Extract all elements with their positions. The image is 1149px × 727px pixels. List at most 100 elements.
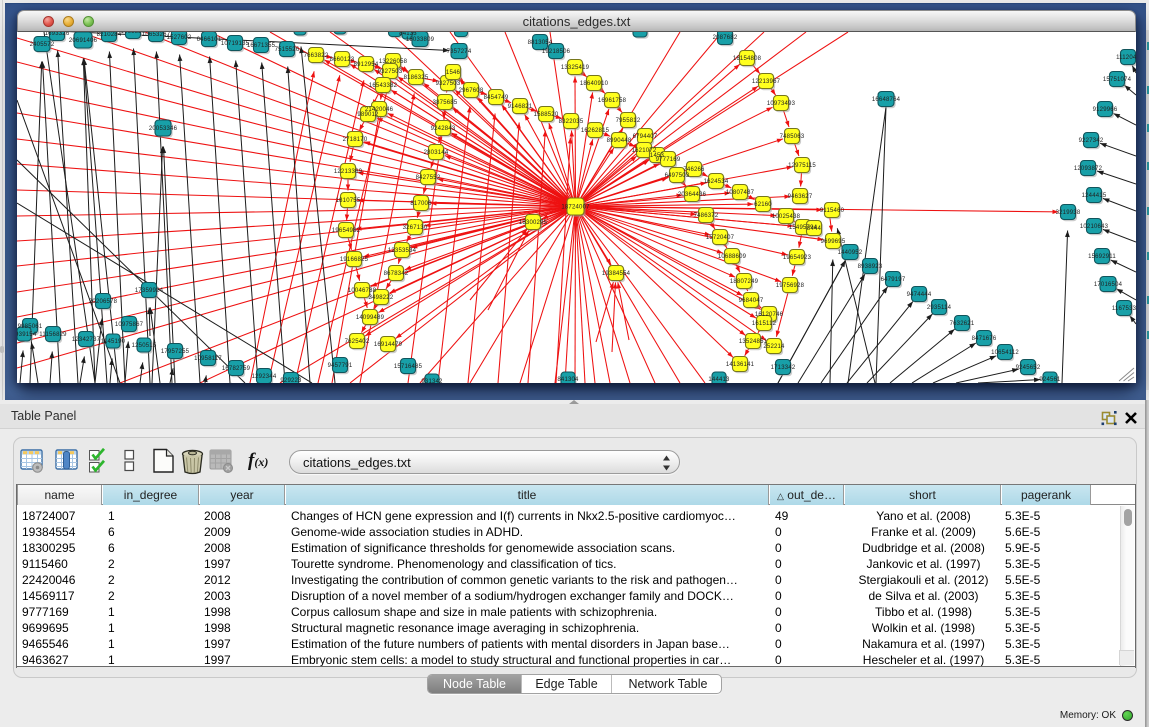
svg-text:7632621: 7632621 [950,321,975,327]
svg-text:18724007: 18724007 [561,205,590,211]
svg-text:9327503: 9327503 [378,69,403,75]
svg-text:6466101: 6466101 [197,37,222,43]
svg-text:1527602: 1527602 [167,35,192,41]
svg-text:12353534: 12353534 [388,248,417,254]
svg-text:10719135: 10719135 [221,41,250,47]
svg-text:10958117: 10958117 [194,356,222,362]
svg-text:9457791: 9457791 [328,363,353,369]
svg-text:15716485: 15716485 [394,364,423,370]
svg-text:1244415: 1244415 [1082,193,1107,199]
svg-text:1713342: 1713342 [771,365,796,371]
svg-text:16154808: 16154808 [733,56,762,62]
svg-text:6479197: 6479197 [881,277,906,283]
svg-text:163327: 163327 [289,32,311,33]
svg-text:7486372: 7486372 [694,213,719,219]
svg-text:8660123: 8660123 [330,57,355,63]
svg-text:16262815: 16262815 [581,128,610,134]
svg-text:16782759: 16782759 [222,366,251,372]
svg-text:3267130: 3267130 [403,225,428,231]
svg-text:12975115: 12975115 [788,163,816,169]
svg-text:2935114: 2935114 [927,305,952,311]
svg-text:8322035: 8322035 [559,119,584,125]
svg-text:62160: 62160 [754,202,772,208]
svg-text:2803144: 2803144 [424,150,449,156]
svg-text:1939154: 1939154 [17,332,37,338]
svg-text:10654112: 10654112 [991,350,1019,356]
svg-text:1546: 1546 [446,70,461,76]
svg-text:10210643: 10210643 [1080,224,1109,230]
svg-text:17359924: 17359924 [135,288,164,294]
svg-text:3875685: 3875685 [433,100,458,106]
svg-text:10025438: 10025438 [772,214,801,220]
svg-text:17957255: 17957255 [161,349,190,355]
svg-text:931342: 931342 [421,379,443,383]
svg-text:929223: 929223 [280,378,302,383]
svg-text:20053346: 20053346 [149,126,178,132]
svg-text:12093872: 12093872 [1074,166,1103,172]
svg-text:1440952: 1440952 [838,250,863,256]
svg-text:1112043: 1112043 [1116,55,1136,61]
svg-text:817006: 817006 [410,201,432,207]
svg-text:9227342: 9227342 [1079,138,1104,144]
svg-text:3219938: 3219938 [1056,210,1081,216]
svg-text:12213369: 12213369 [334,169,363,175]
svg-text:3498222: 3498222 [369,295,394,301]
svg-text:1167533: 1167533 [1112,306,1136,312]
svg-text:16961758: 16961758 [598,98,627,104]
svg-text:1624534: 1624534 [704,179,729,185]
svg-text:9146821: 9146821 [508,104,533,110]
svg-text:10807487: 10807487 [726,190,755,196]
svg-text:20691406: 20691406 [69,38,98,44]
svg-text:8990448: 8990448 [607,138,632,144]
svg-text:15720407: 15720407 [706,235,735,241]
svg-text:9985061: 9985061 [18,324,43,330]
svg-text:8678342: 8678342 [384,271,409,277]
svg-text:8471676: 8471676 [972,336,997,342]
svg-text:8427552: 8427552 [416,175,441,181]
svg-text:16543382: 16543382 [369,83,398,89]
svg-text:10688609: 10688609 [718,254,747,260]
svg-text:20364436: 20364436 [678,192,707,198]
svg-text:16033809: 16033809 [406,37,435,43]
svg-text:12213967: 12213967 [752,79,781,85]
svg-text:1588520: 1588520 [534,112,559,118]
svg-text:16120746: 16120746 [755,312,784,318]
svg-text:989012: 989012 [357,112,379,118]
svg-text:7357274: 7357274 [447,49,472,55]
svg-text:252214: 252214 [763,344,785,350]
svg-text:1615112: 1615112 [752,321,777,327]
svg-text:1693326: 1693326 [45,32,70,37]
svg-text:19218506: 19218506 [542,49,571,55]
svg-text:8186325: 8186325 [404,75,429,81]
svg-text:6794407: 6794407 [633,134,658,140]
svg-text:18640910: 18640910 [580,81,609,87]
svg-text:841304: 841304 [450,32,472,34]
svg-text:7625402: 7625402 [345,339,370,345]
svg-text:841304: 841304 [557,377,579,383]
svg-text:9777169: 9777169 [656,157,681,163]
svg-text:16914479: 16914479 [374,342,403,348]
svg-text:1250515: 1250515 [132,343,157,349]
svg-text:8454749: 8454749 [484,95,509,101]
svg-text:14099489: 14099489 [356,315,385,321]
svg-text:8210284: 8210284 [97,32,122,38]
svg-text:8444: 8444 [807,226,822,232]
svg-text:15751074: 15751074 [1103,77,1132,83]
svg-text:9129966: 9129966 [1093,107,1118,113]
svg-text:2718170: 2718170 [343,137,368,143]
svg-text:19166825: 19166825 [340,257,369,263]
svg-text:9684047: 9684047 [739,298,764,304]
svg-text:15692911: 15692911 [1088,254,1116,260]
svg-text:924561: 924561 [1039,377,1061,383]
svg-text:2087682: 2087682 [713,35,738,41]
svg-text:16648764: 16648764 [872,97,901,103]
svg-text:19384554: 19384554 [602,271,631,277]
svg-text:7663822: 7663822 [304,53,329,59]
svg-text:9463627: 9463627 [788,194,813,200]
svg-text:1292344: 1292344 [252,374,277,380]
svg-text:1145190: 1145190 [101,339,126,345]
svg-text:10046788: 10046788 [348,288,377,294]
svg-text:19654982: 19654982 [332,228,361,234]
svg-text:8912954: 8912954 [354,62,379,68]
svg-text:10975867: 10975867 [115,322,144,328]
